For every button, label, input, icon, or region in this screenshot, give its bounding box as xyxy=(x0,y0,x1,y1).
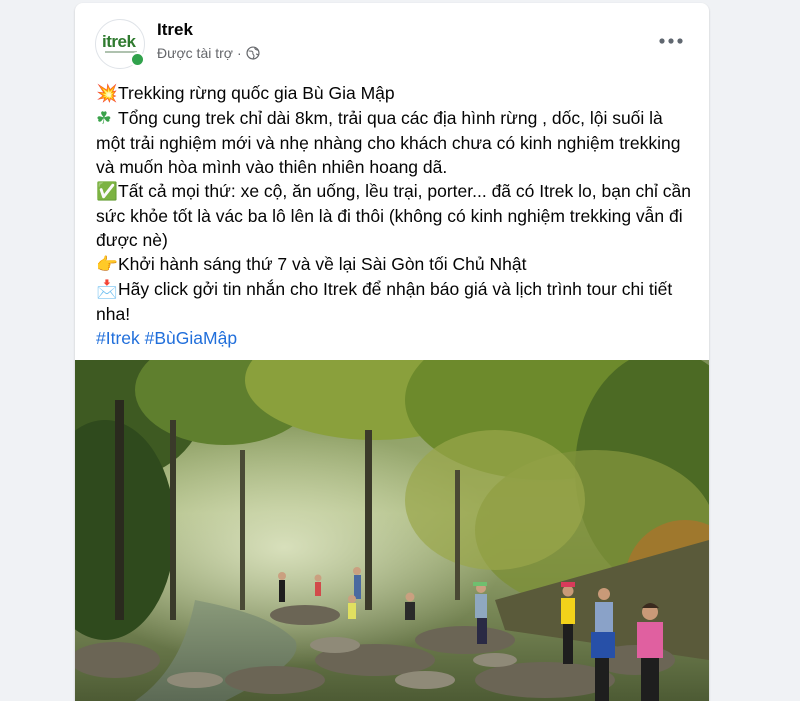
hashtag-row: #Itrek #BùGiaMập xyxy=(96,326,696,350)
hashtag-itrek-link[interactable]: #Itrek xyxy=(96,328,140,348)
inbox-tray-emoji-icon: 📩 xyxy=(96,280,118,300)
post-line-text: Hãy click gởi tin nhắn cho Itrek để nhận… xyxy=(96,279,673,324)
post-meta: Được tài trợ · xyxy=(157,45,260,61)
post-line-4: 👉Khởi hành sáng thứ 7 và về lại Sài Gòn … xyxy=(96,252,696,277)
page-avatar[interactable]: itrek xyxy=(95,19,145,69)
forest-stream-photo xyxy=(75,360,709,701)
online-status-icon xyxy=(130,52,145,67)
page-name-link[interactable]: Itrek xyxy=(157,20,193,40)
post-photo[interactable] xyxy=(75,360,709,701)
post-line-1: 💥Trekking rừng quốc gia Bù Gia Mập xyxy=(96,81,696,106)
collision-emoji-icon: 💥 xyxy=(96,84,118,104)
post-body-text: 💥Trekking rừng quốc gia Bù Gia Mập ☘ Tổng… xyxy=(96,81,696,350)
post-line-text: Tất cả mọi thứ: xe cộ, ăn uống, lều trại… xyxy=(96,181,691,250)
post-line-text: Khởi hành sáng thứ 7 và về lại Sài Gòn t… xyxy=(118,254,527,274)
meta-separator: · xyxy=(236,45,242,61)
post-line-2: ☘ Tổng cung trek chỉ dài 8km, trải qua cá… xyxy=(96,106,696,179)
post-line-text: Tổng cung trek chỉ dài 8km, trải qua các… xyxy=(96,108,681,177)
pointing-hand-emoji-icon: 👉 xyxy=(96,255,118,275)
more-options-button[interactable] xyxy=(653,29,689,53)
post-line-3: ✅Tất cả mọi thứ: xe cộ, ăn uống, lều trạ… xyxy=(96,179,696,252)
post-header: itrek Itrek Được tài trợ · xyxy=(75,3,709,75)
shamrock-emoji-icon: ☘ xyxy=(96,109,112,129)
post-line-text: Trekking rừng quốc gia Bù Gia Mập xyxy=(118,83,395,103)
post-line-5: 📩Hãy click gởi tin nhắn cho Itrek để nhậ… xyxy=(96,277,696,326)
sponsored-post-card: itrek Itrek Được tài trợ · 💥Trekking rừn… xyxy=(75,3,709,701)
check-mark-emoji-icon: ✅ xyxy=(96,182,118,202)
more-horizontal-icon xyxy=(659,38,683,44)
globe-icon[interactable] xyxy=(246,46,260,60)
itrek-logo: itrek xyxy=(102,32,136,51)
hashtag-bugiamap-link[interactable]: #BùGiaMập xyxy=(145,328,237,348)
sponsored-label[interactable]: Được tài trợ xyxy=(157,45,233,61)
